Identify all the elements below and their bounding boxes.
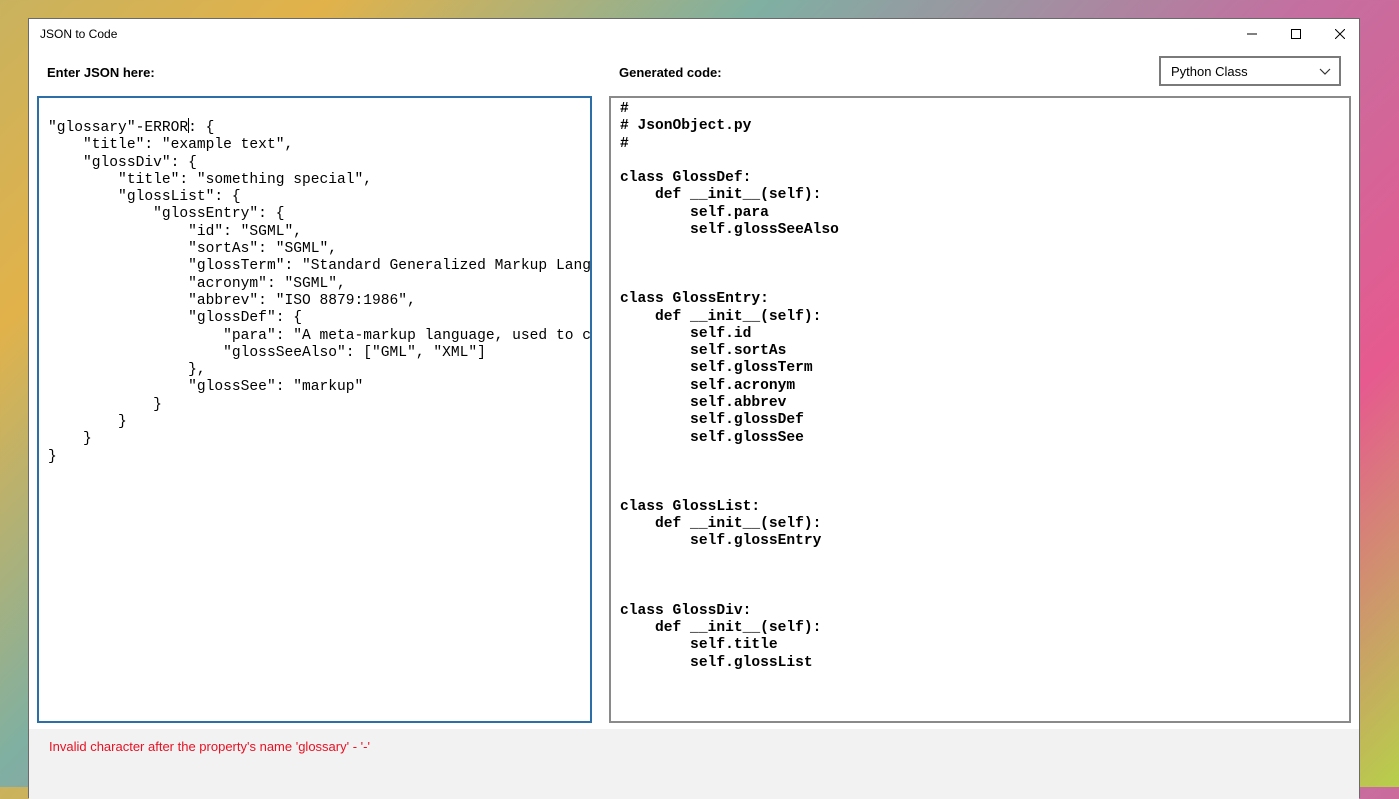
- title-bar[interactable]: JSON to Code: [29, 19, 1359, 49]
- generated-code-text: # # JsonObject.py # class GlossDef: def …: [620, 101, 839, 671]
- minimize-button[interactable]: [1230, 19, 1274, 49]
- minimize-icon: [1247, 33, 1257, 35]
- status-bar: Invalid character after the property's n…: [29, 729, 1359, 799]
- generated-code-label: Generated code:: [619, 65, 722, 80]
- window-title: JSON to Code: [40, 27, 118, 41]
- maximize-button[interactable]: [1274, 19, 1318, 49]
- error-message: Invalid character after the property's n…: [49, 739, 370, 754]
- json-input-label: Enter JSON here:: [47, 65, 155, 80]
- language-select[interactable]: Python Class: [1159, 56, 1341, 86]
- app-window: JSON to Code Enter JSON here: Generated …: [28, 18, 1360, 799]
- maximize-icon: [1291, 29, 1301, 39]
- json-text-after-caret: : { "title": "example text", "glossDiv":…: [48, 120, 591, 465]
- close-icon: [1335, 29, 1345, 39]
- close-button[interactable]: [1318, 19, 1362, 49]
- language-select-value: Python Class: [1171, 64, 1248, 79]
- json-text-before-caret: "glossary"-ERROR: [48, 120, 189, 136]
- generated-code-view[interactable]: # # JsonObject.py # class GlossDef: def …: [609, 96, 1351, 723]
- chevron-down-icon: [1319, 68, 1331, 75]
- main-content: Enter JSON here: Generated code: Python …: [29, 49, 1359, 729]
- json-input-editor[interactable]: "glossary"-ERROR: { "title": "example te…: [37, 96, 592, 723]
